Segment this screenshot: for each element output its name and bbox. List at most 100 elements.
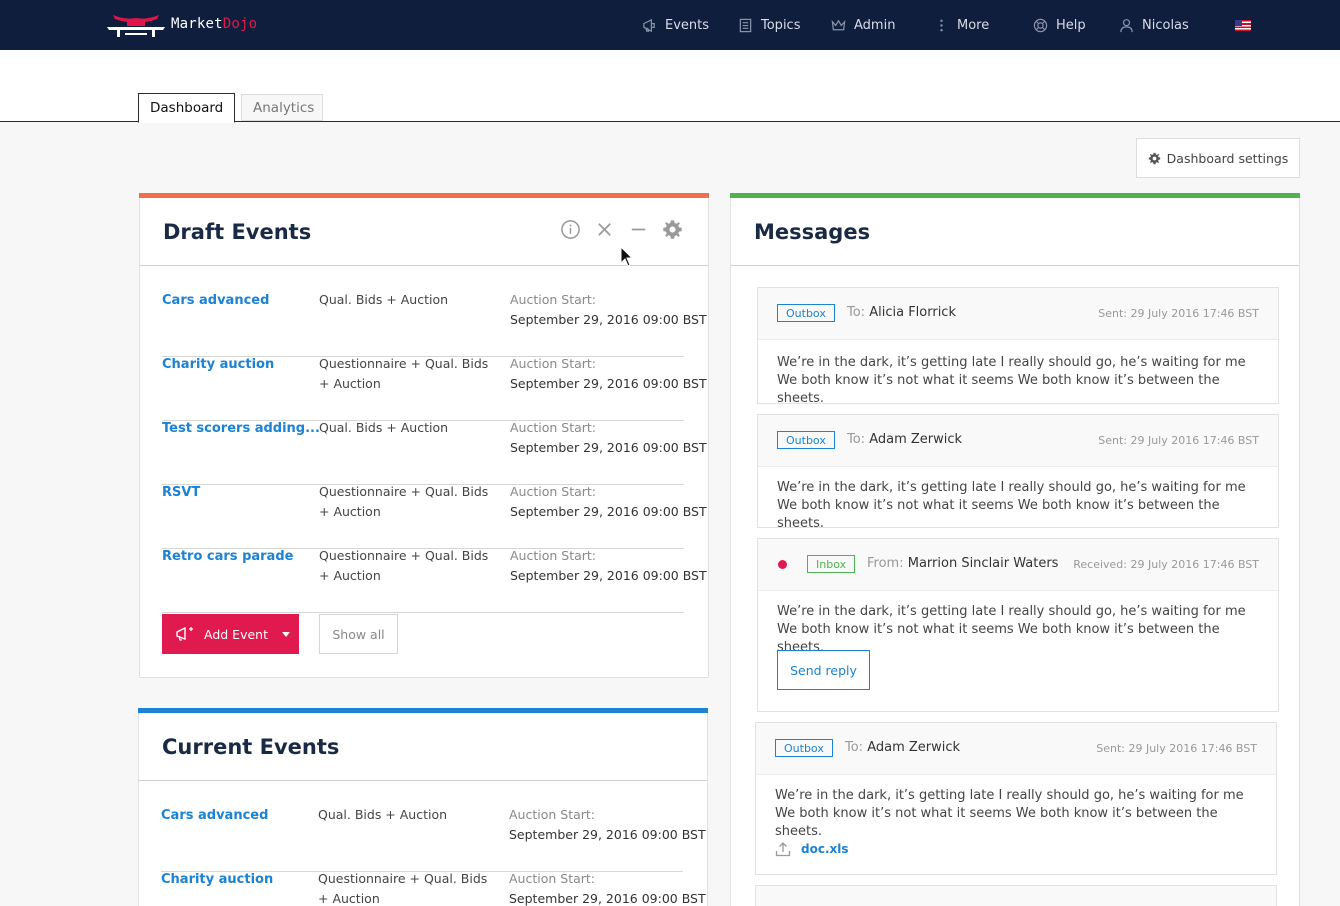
table-row: Cars advanced Qual. Bids + Auction Aucti… xyxy=(162,292,707,357)
divider xyxy=(731,265,1299,266)
event-name-link[interactable]: Charity auction xyxy=(162,357,274,372)
attachment-link[interactable]: doc.xls xyxy=(775,841,849,857)
lifebuoy-icon xyxy=(1032,17,1048,33)
message-item[interactable]: Outbox To: Adam Zerwick Sent: 29 July 20… xyxy=(755,722,1277,875)
message-body: We’re in the dark, it’s getting late I r… xyxy=(775,788,1244,839)
add-event-button[interactable]: Add Event xyxy=(162,614,299,654)
message-item[interactable]: Outbox To: Alicia Florrick Sent: 29 July… xyxy=(757,287,1279,406)
message-recipient: To: Adam Zerwick xyxy=(847,432,963,447)
message-item[interactable]: Outbox To: Adam Zerwick Sent: 29 July 20… xyxy=(757,414,1279,531)
event-name-link[interactable]: Charity auction xyxy=(161,872,273,887)
message-timestamp: Sent: 29 July 2016 17:46 BST xyxy=(1096,742,1257,755)
crown-icon xyxy=(830,17,846,33)
gear-icon xyxy=(1148,152,1160,164)
current-events-panel: Current Events Cars advanced Qual. Bids … xyxy=(138,708,708,906)
nav-events[interactable]: Events xyxy=(641,0,709,50)
table-row: Charity auction Questionnaire + Qual. Bi… xyxy=(161,871,706,906)
event-type: Qual. Bids + Auction xyxy=(318,807,448,822)
event-start-label: Auction Start: xyxy=(509,807,596,822)
event-start-date: September 29, 2016 09:00 BST xyxy=(510,568,707,583)
inbox-badge: Inbox xyxy=(807,555,856,573)
table-row: RSVT Questionnaire + Qual. Bids + Auctio… xyxy=(162,484,707,549)
tab-dashboard[interactable]: Dashboard xyxy=(138,93,235,123)
add-event-label: Add Event xyxy=(204,626,268,642)
event-start-date: September 29, 2016 09:00 BST xyxy=(510,440,707,455)
event-name-link[interactable]: RSVT xyxy=(162,485,200,500)
event-type: Questionnaire + Qual. Bids + Auction xyxy=(319,356,489,391)
unread-dot-icon xyxy=(778,560,787,569)
event-start-date: September 29, 2016 09:00 BST xyxy=(509,827,706,842)
nav-more[interactable]: More xyxy=(933,0,989,50)
message-timestamp: Sent: 29 July 2016 17:46 BST xyxy=(1098,307,1259,320)
upload-icon xyxy=(775,842,791,857)
messages-title: Messages xyxy=(754,220,871,244)
brand-name: MarketDojo xyxy=(171,16,258,32)
message-item[interactable]: Inbox From: Marrion Sinclair Waters Rece… xyxy=(757,538,1279,712)
outbox-badge: Outbox xyxy=(777,431,835,449)
nav-topics[interactable]: Topics xyxy=(737,0,800,50)
draft-events-title: Draft Events xyxy=(163,220,312,244)
chevron-down-icon[interactable] xyxy=(281,631,290,637)
message-body: We’re in the dark, it’s getting late I r… xyxy=(777,604,1246,655)
more-vertical-icon xyxy=(933,17,949,33)
us-flag-icon[interactable] xyxy=(1235,20,1251,31)
megaphone-icon xyxy=(641,17,657,33)
event-start-label: Auction Start: xyxy=(510,548,597,563)
event-start-date: September 29, 2016 09:00 BST xyxy=(510,312,707,327)
table-row: Cars advanced Qual. Bids + Auction Aucti… xyxy=(161,807,706,872)
event-type: Questionnaire + Qual. Bids + Auction xyxy=(319,548,489,583)
event-start-date: September 29, 2016 09:00 BST xyxy=(510,504,707,519)
user-icon xyxy=(1118,17,1134,33)
dashboard-settings-button[interactable]: Dashboard settings xyxy=(1136,138,1300,178)
event-start-label: Auction Start: xyxy=(510,484,597,499)
message-recipient: To: Alicia Florrick xyxy=(847,305,956,320)
table-row: Charity auction Questionnaire + Qual. Bi… xyxy=(162,356,707,421)
messages-panel: Messages Outbox To: Alicia Florrick Sent… xyxy=(730,193,1300,906)
message-sender: From: Marrion Sinclair Waters xyxy=(867,556,1059,571)
send-reply-button[interactable]: Send reply xyxy=(777,650,870,690)
pagoda-icon xyxy=(107,15,165,37)
nav-admin[interactable]: Admin xyxy=(830,0,895,50)
tab-analytics[interactable]: Analytics xyxy=(241,94,323,121)
message-timestamp: Received: 29 July 2016 17:46 BST xyxy=(1073,558,1259,571)
outbox-badge: Outbox xyxy=(777,304,835,322)
message-header xyxy=(756,886,1276,906)
event-type: Qual. Bids + Auction xyxy=(319,420,449,435)
minimize-icon[interactable] xyxy=(627,218,649,240)
event-name-link[interactable]: Cars advanced xyxy=(161,808,268,823)
messages-accent-bar xyxy=(730,193,1300,198)
show-all-button[interactable]: Show all xyxy=(319,614,398,654)
event-type: Questionnaire + Qual. Bids + Auction xyxy=(319,484,489,519)
message-item[interactable] xyxy=(755,885,1277,906)
event-start-date: September 29, 2016 09:00 BST xyxy=(509,891,706,906)
event-name-link[interactable]: Cars advanced xyxy=(162,293,269,308)
draft-events-accent-bar xyxy=(139,193,709,198)
close-icon[interactable] xyxy=(593,218,615,240)
event-start-label: Auction Start: xyxy=(510,292,597,307)
event-type: Questionnaire + Qual. Bids + Auction xyxy=(318,871,488,906)
top-navbar: MarketDojo Events Topics Admin More Help… xyxy=(0,0,1340,50)
event-type: Qual. Bids + Auction xyxy=(319,292,449,307)
message-body: We’re in the dark, it’s getting late I r… xyxy=(777,480,1246,531)
info-icon[interactable] xyxy=(559,218,581,240)
divider xyxy=(139,780,707,781)
message-body: We’re in the dark, it’s getting late I r… xyxy=(777,355,1246,406)
event-start-label: Auction Start: xyxy=(510,420,597,435)
current-events-accent-bar xyxy=(138,708,708,713)
event-start-label: Auction Start: xyxy=(510,356,597,371)
event-start-date: September 29, 2016 09:00 BST xyxy=(510,376,707,391)
brand-logo[interactable]: MarketDojo xyxy=(105,10,257,38)
table-row: Test scorers adding... Qual. Bids + Auct… xyxy=(162,420,707,485)
message-timestamp: Sent: 29 July 2016 17:46 BST xyxy=(1098,434,1259,447)
megaphone-plus-icon xyxy=(176,626,193,641)
outbox-badge: Outbox xyxy=(775,739,833,757)
gear-icon[interactable] xyxy=(661,218,683,240)
table-row: Retro cars parade Questionnaire + Qual. … xyxy=(162,548,707,613)
event-name-link[interactable]: Retro cars parade xyxy=(162,549,293,564)
document-icon xyxy=(737,17,753,33)
nav-help[interactable]: Help xyxy=(1032,0,1086,50)
event-name-link[interactable]: Test scorers adding... xyxy=(162,421,320,436)
event-start-label: Auction Start: xyxy=(509,871,596,886)
current-events-title: Current Events xyxy=(162,735,340,759)
nav-user[interactable]: Nicolas xyxy=(1118,0,1189,50)
